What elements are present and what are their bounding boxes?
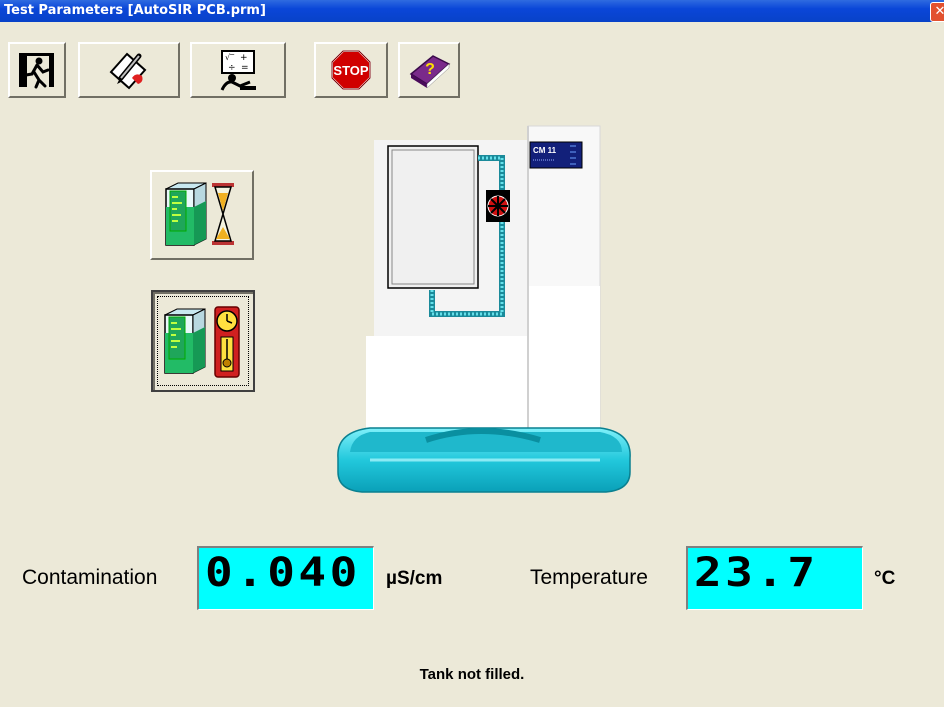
svg-text:=: =	[241, 63, 249, 73]
close-icon: ✕	[934, 4, 944, 19]
stop-button[interactable]: STOP	[314, 42, 388, 98]
svg-text:÷: ÷	[228, 63, 236, 73]
calculate-button[interactable]: √‾ + ÷ =	[190, 42, 286, 98]
stop-label: STOP	[333, 63, 368, 78]
contamination-readout: 0.040	[197, 546, 374, 610]
tank-instrument-illustration: CM 11	[337, 125, 631, 493]
help-label: ?	[425, 61, 435, 78]
main-client-area: √‾ + ÷ = STOP ? CM 11 Contamination 0.04…	[0, 22, 944, 707]
help-book-icon: ?	[409, 55, 451, 89]
window-title: Test Parameters [AutoSIR PCB.prm]	[4, 3, 266, 18]
edit-button[interactable]	[78, 42, 180, 98]
focus-rectangle	[157, 296, 249, 386]
svg-text:+: +	[240, 53, 248, 63]
window-titlebar: Test Parameters [AutoSIR PCB.prm] ✕	[0, 0, 944, 22]
close-button[interactable]: ✕	[930, 2, 944, 22]
timed-test-button[interactable]	[150, 170, 254, 260]
tank-hourglass-icon	[165, 182, 234, 246]
temperature-value: 23.7	[694, 550, 819, 596]
temperature-readout: 23.7	[686, 546, 863, 610]
exit-button[interactable]	[8, 42, 66, 98]
contamination-unit: µS/cm	[386, 568, 443, 589]
stop-sign-icon: STOP	[331, 50, 371, 90]
status-message: Tank not filled.	[419, 666, 525, 683]
temperature-label: Temperature	[530, 566, 648, 589]
contamination-label: Contamination	[22, 566, 158, 589]
operator-calculator-icon: √‾ + ÷ =	[220, 50, 256, 91]
temperature-unit: °C	[874, 568, 896, 589]
clock-test-button[interactable]	[151, 290, 255, 392]
pencil-edit-icon	[109, 52, 147, 90]
contamination-value: 0.040	[205, 550, 361, 596]
help-button[interactable]: ?	[398, 42, 460, 98]
exit-running-man-icon	[19, 53, 54, 89]
svg-text:√‾: √‾	[225, 53, 235, 62]
instrument-model-label: CM 11	[533, 146, 557, 155]
